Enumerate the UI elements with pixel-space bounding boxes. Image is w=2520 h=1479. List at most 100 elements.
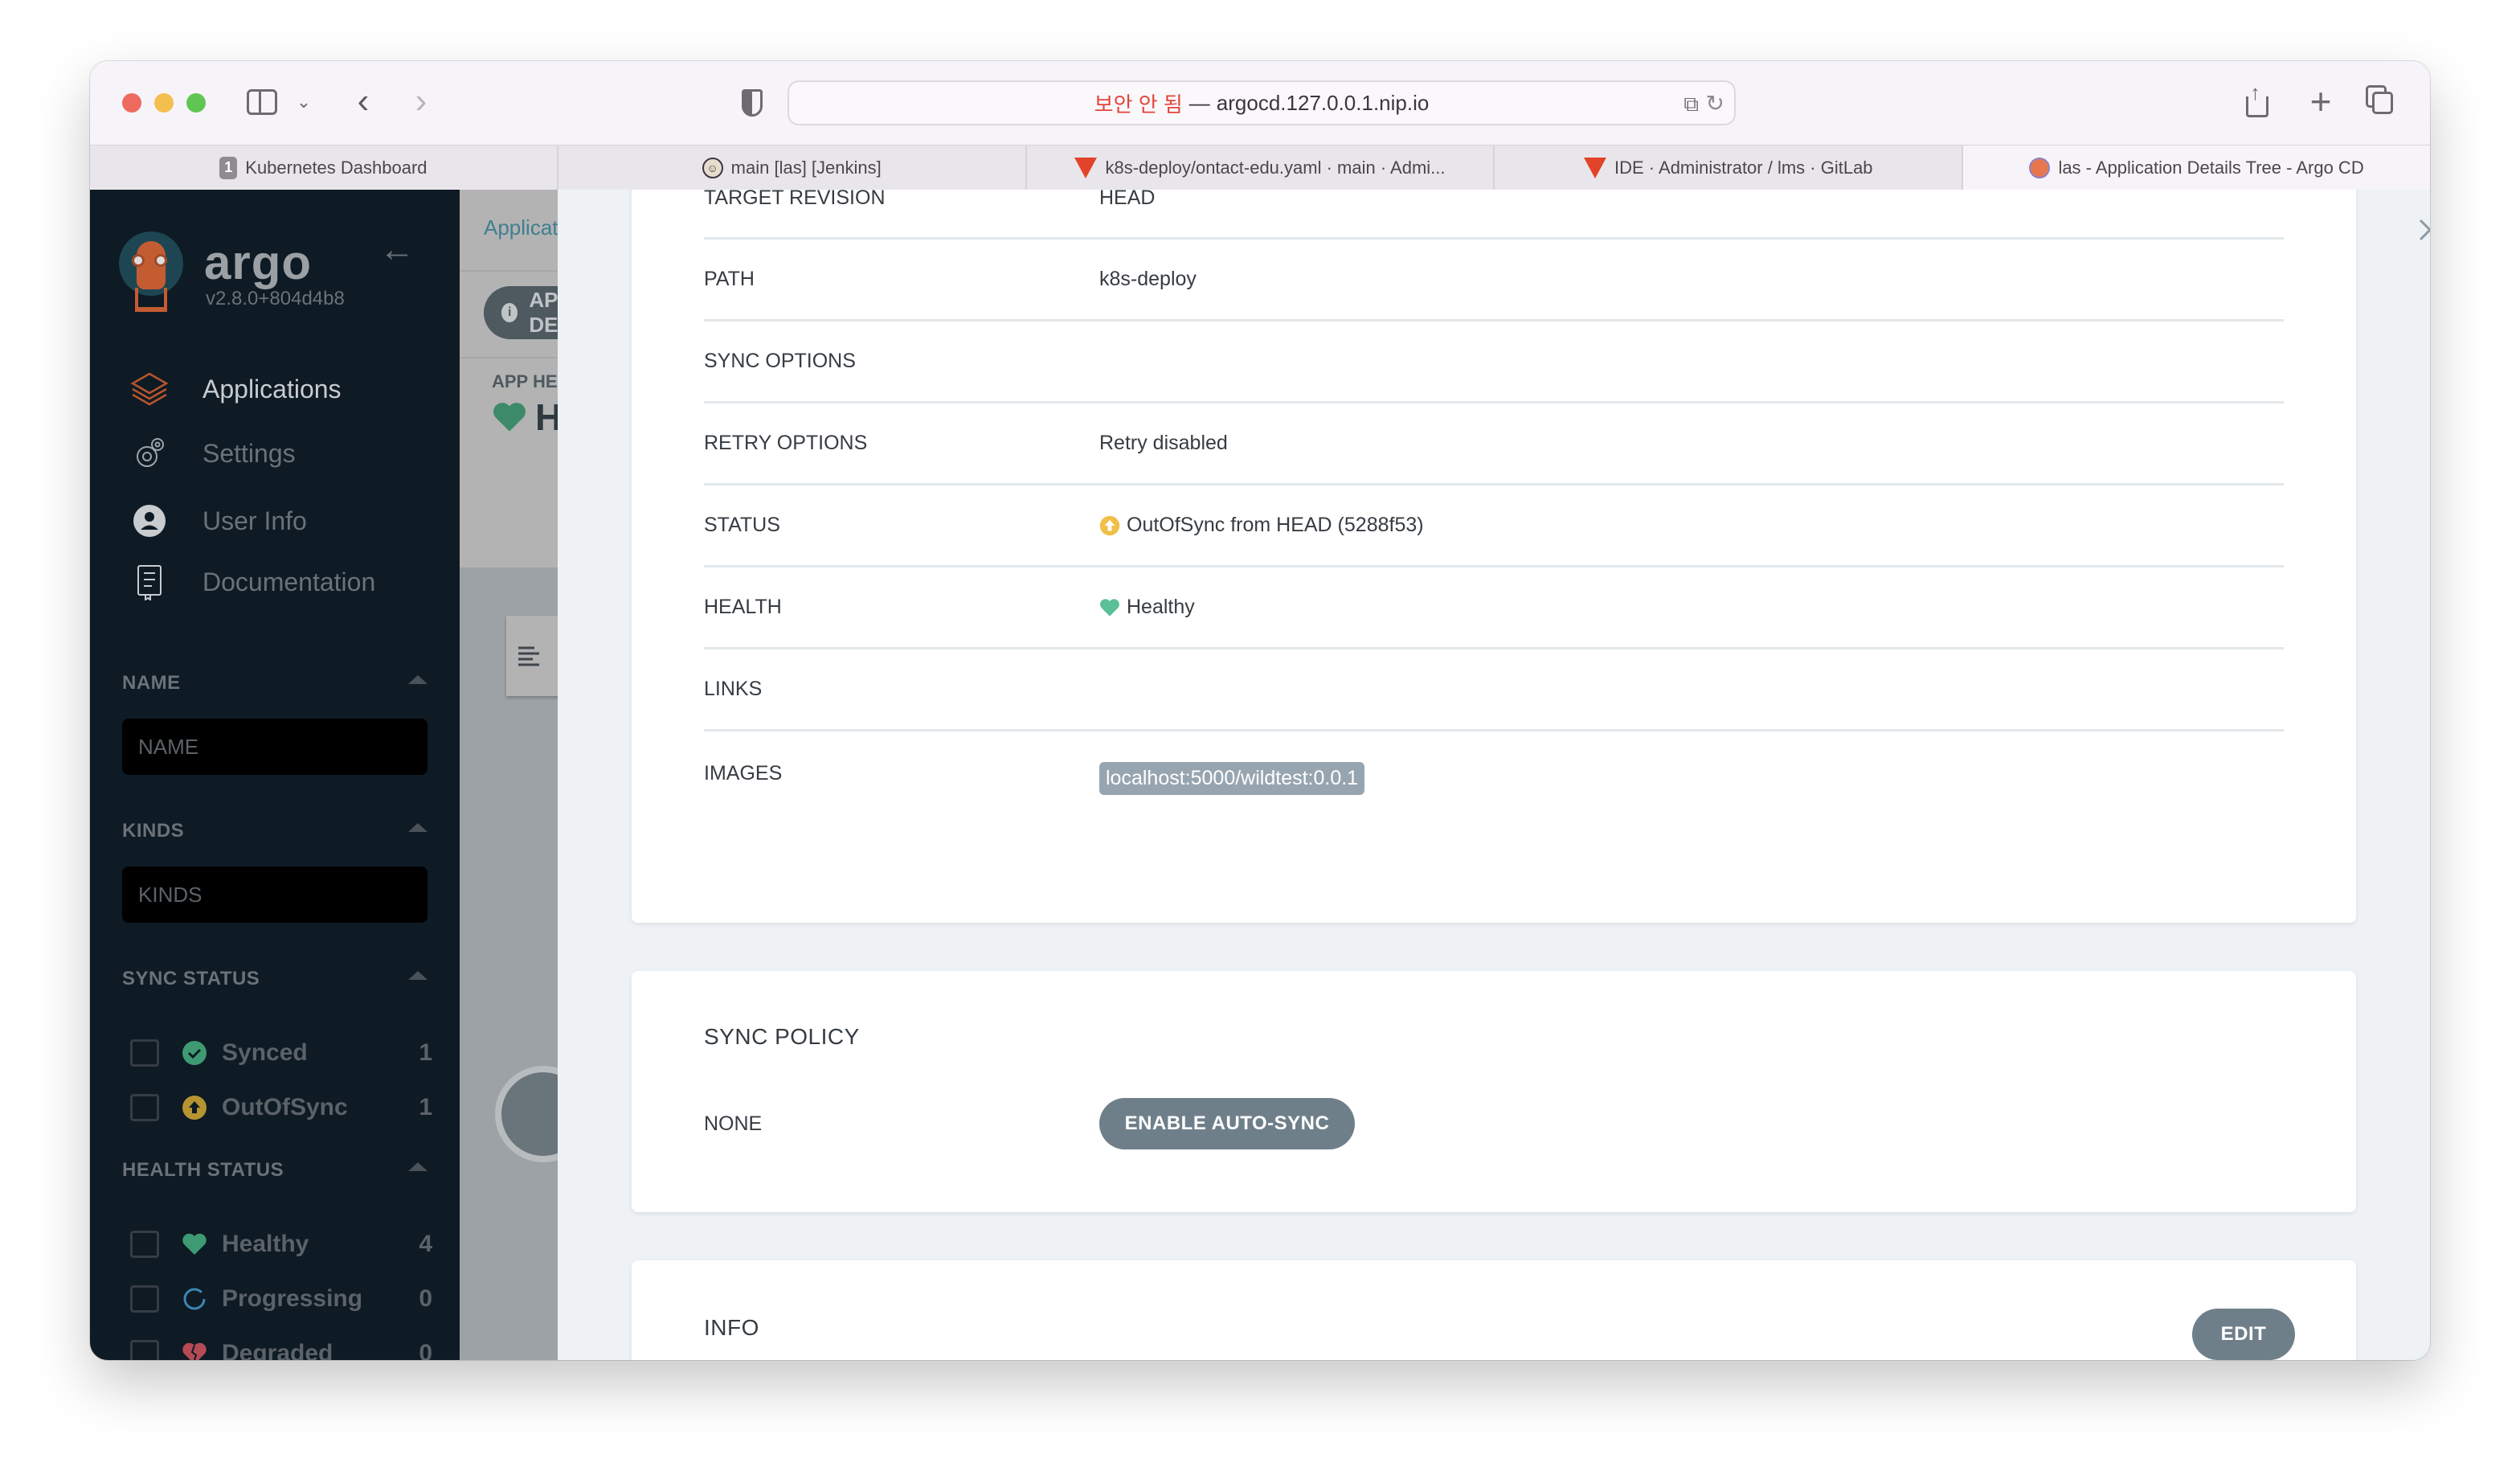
collapse-sidebar-icon[interactable]: ← [379,230,415,270]
info-card: INFO EDIT [632,1260,2356,1360]
minimize-window-button[interactable] [154,93,174,113]
window-controls [122,93,206,113]
divider [460,270,558,272]
gitlab-icon [1074,157,1098,178]
synced-check-icon [182,1040,207,1066]
tab-gitlab-yaml[interactable]: k8s-deploy/ontact-edu.yaml · main · Admi… [1027,145,1495,190]
privacy-shield-icon[interactable] [739,87,765,119]
share-icon[interactable]: ↑ [2244,80,2271,121]
sidebar-item-user-info[interactable]: User Info [129,500,307,542]
row-value: Retry disabled [1099,432,1228,454]
checkbox[interactable] [130,1039,159,1067]
row-key: HEALTH [704,596,782,618]
summary-row-path: PATH k8s-deploy [704,240,2284,322]
forward-arrow-icon[interactable]: › [405,81,437,121]
book-icon [129,561,170,603]
argo-icon [2029,157,2051,178]
insecure-warning: 보안 안 됨 [1094,92,1183,117]
app-details-button: i APP DETAILS [484,286,558,339]
nav-label: Applications [202,374,342,404]
translate-icon[interactable]: ⧉ [1683,92,1699,117]
version-label: v2.8.0+804d4b8 [206,288,345,309]
tree-view-button [506,616,558,696]
row-value: HEAD [1099,190,1156,209]
row-key: LINKS [704,678,763,700]
brand-name: argo [204,236,313,289]
collapse-caret-icon[interactable] [408,971,428,980]
summary-card: TARGET REVISION HEAD PATH k8s-deploy SYN… [632,190,2356,923]
outofsync-arrow-icon [182,1095,207,1121]
new-tab-icon[interactable]: + [2305,80,2337,122]
sidebar-item-settings[interactable]: Settings [129,432,296,474]
argo-logo-icon [119,231,183,315]
collapse-caret-icon[interactable] [408,1162,428,1171]
checkbox[interactable] [130,1094,159,1121]
summary-row-retry-options: RETRY OPTIONS Retry disabled [704,404,2284,485]
tab-kubernetes-dashboard[interactable]: 1 Kubernetes Dashboard [90,145,558,190]
info-icon: i [501,303,518,322]
filter-count: 4 [419,1231,432,1257]
sidebar-item-documentation[interactable]: Documentation [129,561,375,603]
collapse-caret-icon[interactable] [408,675,428,684]
image-tag: localhost:5000/wildtest:0.0.1 [1099,762,1365,795]
tab-gitlab-ide[interactable]: IDE · Administrator / lms · GitLab [1495,145,1964,190]
summary-row-links: LINKS [704,649,2284,731]
checkbox[interactable] [130,1340,159,1360]
tab-label: las - Application Details Tree - Argo CD [2058,157,2364,178]
reload-icon[interactable]: ↻ [1706,90,1724,117]
breadcrumb: Applications [484,215,558,240]
heart-icon [493,403,526,432]
filter-label: Degraded [222,1340,333,1360]
kinds-filter-input[interactable] [122,867,428,923]
filter-label: Healthy [222,1231,309,1257]
row-value: localhost:5000/wildtest:0.0.1 [1099,762,1365,795]
user-circle-icon [129,500,170,542]
sidebar-item-applications[interactable]: Applications [129,368,342,410]
close-panel-button[interactable] [2414,214,2430,246]
filter-name-title: NAME [122,672,181,694]
filter-count: 0 [419,1285,432,1312]
row-value: k8s-deploy [1099,268,1197,290]
close-icon [2419,219,2430,241]
heart-icon [182,1231,207,1257]
background-page-overlay[interactable]: Applications i APP DETAILS APP HEALTH He… [460,190,558,1360]
filter-label: Progressing [222,1285,363,1312]
enable-auto-sync-button[interactable]: ENABLE AUTO-SYNC [1099,1098,1355,1149]
collapse-caret-icon[interactable] [408,823,428,832]
health-filter-progressing[interactable]: Progressing 0 [130,1281,432,1317]
tab-jenkins[interactable]: ☺ main [las] [Jenkins] [558,145,1027,190]
row-key: TARGET REVISION [704,190,886,209]
background-page-header: Applications i APP DETAILS APP HEALTH He… [460,190,558,567]
sync-filter-synced[interactable]: Synced 1 [130,1035,432,1071]
summary-row-target-revision: TARGET REVISION HEAD [704,190,2284,240]
sync-filter-outofsync[interactable]: OutOfSync 1 [130,1090,432,1125]
filter-count: 1 [419,1039,432,1066]
chevron-down-icon[interactable]: ⌄ [294,90,313,114]
zoom-window-button[interactable] [186,93,206,113]
row-key: RETRY OPTIONS [704,432,868,454]
tab-overview-icon[interactable] [2364,85,2396,117]
row-key: PATH [704,268,755,290]
filter-kinds-title: KINDS [122,820,185,842]
sidebar-toggle-icon[interactable] [246,88,278,116]
edit-info-button[interactable]: EDIT [2192,1309,2295,1360]
kubernetes-dashboard-icon: 1 [219,156,238,179]
sync-policy-card: SYNC POLICY NONE ENABLE AUTO-SYNC [632,971,2356,1212]
checkbox[interactable] [130,1285,159,1313]
layers-icon [129,368,170,410]
heart-icon [1100,598,1119,617]
row-key: STATUS [704,514,780,536]
name-filter-input[interactable] [122,719,428,775]
nav-label: User Info [202,506,307,535]
close-window-button[interactable] [122,93,141,113]
health-filter-healthy[interactable]: Healthy 4 [130,1227,432,1262]
filter-count: 1 [419,1094,432,1121]
summary-row-sync-options: SYNC OPTIONS [704,322,2284,404]
app-details-panel: TARGET REVISION HEAD PATH k8s-deploy SYN… [558,190,2430,1360]
back-arrow-icon[interactable]: ‹ [347,81,379,121]
health-filter-degraded[interactable]: Degraded 0 [130,1336,432,1360]
address-bar[interactable]: 보안 안 됨 — argocd.127.0.0.1.nip.io ⧉ ↻ [788,80,1736,125]
checkbox[interactable] [130,1231,159,1258]
tab-bar: 1 Kubernetes Dashboard ☺ main [las] [Jen… [90,145,2430,190]
tab-argo-cd[interactable]: las - Application Details Tree - Argo CD [1963,145,2430,190]
